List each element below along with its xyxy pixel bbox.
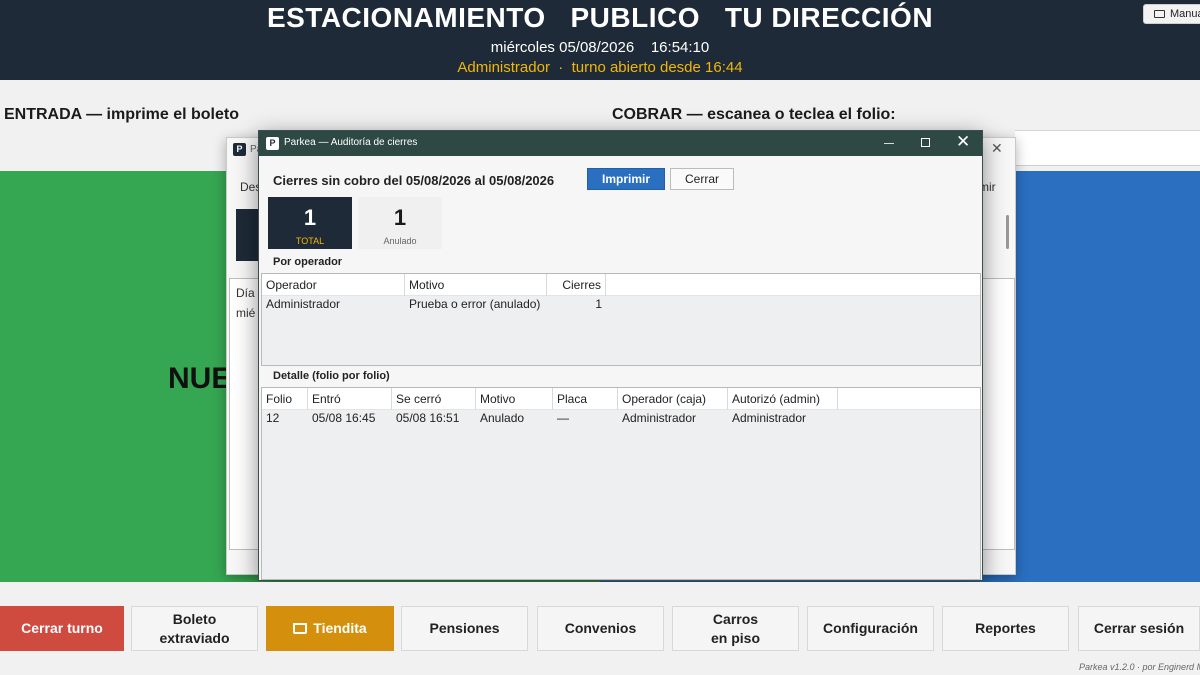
table-cell: 05/08 16:51 (396, 411, 460, 425)
table-header: Operador Motivo Cierres (262, 274, 980, 296)
parkea-app-icon: P (233, 143, 246, 156)
maximize-icon[interactable] (921, 138, 930, 147)
column-header[interactable]: Operador (caja) (618, 388, 728, 410)
column-header[interactable]: Entró (308, 388, 392, 410)
cobrar-label: COBRAR — escanea o teclea el folio: (612, 106, 896, 123)
column-header[interactable]: Folio (262, 388, 308, 410)
stat-card-total: 1 TOTAL (268, 197, 352, 249)
table-row[interactable]: 12 05/08 16:45 05/08 16:51 Anulado — Adm… (262, 410, 980, 429)
close-icon[interactable]: ✕ (991, 140, 1003, 157)
column-header[interactable]: Cierres (547, 274, 606, 296)
detail-table[interactable]: Folio Entró Se cerró Motivo Placa Operad… (261, 387, 981, 580)
dialog-title: Parkea — Auditoría de cierres (284, 137, 418, 148)
stat-label: TOTAL (295, 236, 325, 246)
shop-button[interactable]: Tiendita (266, 606, 394, 651)
stat-label: Anulado (383, 236, 417, 246)
manual-button[interactable]: Manual (1143, 4, 1200, 24)
table-cell: Administrador (622, 411, 697, 425)
logout-button[interactable]: Cerrar sesión (1078, 606, 1200, 651)
dialog-titlebar[interactable]: P Parkea — Auditoría de cierres ✕ (259, 131, 982, 156)
table-cell: — (557, 411, 569, 425)
version-label: Parkea v1.2.0 · por Enginerd M (1079, 662, 1200, 672)
shift-status: Administrador · turno abierto desde 16:4… (457, 59, 743, 76)
close-button[interactable]: Cerrar (670, 168, 734, 190)
bottom-action-bar: Cerrar turno Boleto extraviado Tiendita … (0, 582, 1200, 675)
cart-icon (293, 623, 308, 634)
by-operator-heading: Por operador (273, 256, 343, 268)
parkea-app-icon: P (266, 137, 279, 150)
audit-heading: Cierres sin cobro del 05/08/2026 al 05/0… (273, 173, 555, 188)
column-header[interactable]: Operador (262, 274, 405, 296)
background-col-dia: Día (236, 286, 255, 300)
settings-button[interactable]: Configuración (807, 606, 934, 651)
stat-card-anulado: 1 Anulado (358, 197, 442, 249)
column-header[interactable]: Autorizó (admin) (728, 388, 838, 410)
manual-label: Manual (1170, 8, 1200, 20)
background-scrollbar[interactable] (1006, 215, 1009, 249)
stat-value: 1 (303, 205, 317, 230)
close-shift-button[interactable]: Cerrar turno (0, 606, 124, 651)
print-button[interactable]: Imprimir (587, 168, 665, 190)
table-cell: 05/08 16:45 (312, 411, 376, 425)
manual-icon (1154, 10, 1165, 18)
agreements-button[interactable]: Convenios (537, 606, 664, 651)
reports-button[interactable]: Reportes (942, 606, 1069, 651)
current-datetime: miércoles 05/08/2026 16:54:10 (490, 39, 710, 56)
cars-on-floor-button[interactable]: Carros en piso (672, 606, 799, 651)
column-header[interactable]: Se cerró (392, 388, 476, 410)
shop-button-label: Tiendita (313, 620, 367, 636)
audit-dialog: P Parkea — Auditoría de cierres ✕ Cierre… (258, 130, 983, 581)
table-cell: Administrador (732, 411, 807, 425)
table-cell: 1 (595, 297, 602, 311)
lost-ticket-button[interactable]: Boleto extraviado (131, 606, 258, 651)
table-cell: Anulado (480, 411, 525, 425)
table-cell: 12 (266, 411, 280, 425)
background-stat-card (236, 209, 260, 261)
table-row[interactable]: Administrador Prueba o error (anulado) 1 (262, 296, 980, 315)
detail-heading: Detalle (folio por folio) (273, 370, 390, 382)
close-icon[interactable]: ✕ (956, 132, 970, 152)
stat-value: 1 (393, 205, 407, 230)
entry-big-text: NUE (168, 362, 232, 395)
by-operator-table[interactable]: Operador Motivo Cierres Administrador Pr… (261, 273, 981, 366)
minimize-icon[interactable] (884, 143, 894, 144)
folio-input[interactable] (1015, 130, 1200, 166)
entry-label: ENTRADA — imprime el boleto (4, 106, 239, 123)
column-header[interactable]: Placa (553, 388, 618, 410)
app-header: ESTACIONAMIENTO PUBLICO TU DIRECCIÓN mié… (0, 0, 1200, 80)
business-title: ESTACIONAMIENTO PUBLICO TU DIRECCIÓN (266, 2, 934, 33)
table-header: Folio Entró Se cerró Motivo Placa Operad… (262, 388, 980, 410)
table-cell: Prueba o error (anulado) (409, 297, 541, 311)
table-cell: Administrador (266, 297, 341, 311)
column-header[interactable]: Motivo (476, 388, 553, 410)
pensions-button[interactable]: Pensiones (401, 606, 528, 651)
column-header[interactable]: Motivo (405, 274, 547, 296)
